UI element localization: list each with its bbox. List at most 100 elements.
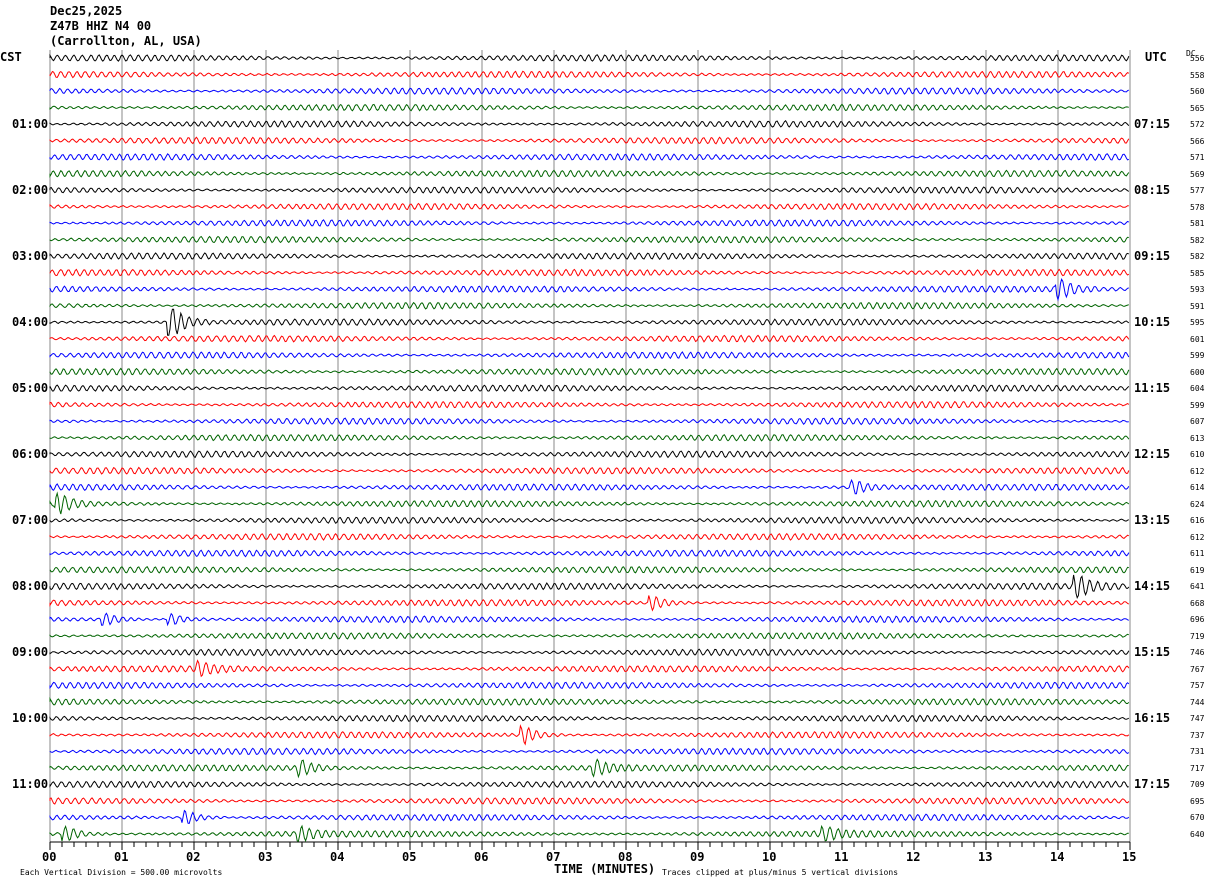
x-tick-label: 01 — [114, 850, 129, 864]
seismic-trace — [49, 681, 1130, 690]
seismic-trace — [49, 252, 1129, 261]
dc-offset-label: 610 — [1190, 450, 1205, 460]
seismic-trace — [49, 796, 1130, 806]
right-hour-label: 13:15 — [1134, 513, 1171, 528]
right-hour-label: 16:15 — [1134, 711, 1171, 726]
right-hour-label: 11:15 — [1134, 381, 1171, 396]
left-hour-label: 09:00 — [12, 645, 49, 660]
seismic-trace — [49, 595, 1129, 612]
dc-offset-label: 599 — [1190, 351, 1205, 361]
right-hour-label: 15:15 — [1134, 645, 1171, 660]
left-hour-label: 10:00 — [12, 711, 49, 726]
dc-offset-label: 612 — [1190, 466, 1205, 476]
dc-offset-label: 569 — [1190, 169, 1205, 179]
x-tick-label: 14 — [1050, 850, 1065, 864]
dc-offset-label: 600 — [1190, 367, 1205, 377]
left-hour-label: 02:00 — [12, 183, 49, 198]
x-tick-label: 09 — [690, 850, 705, 864]
seismic-trace — [49, 747, 1130, 756]
dc-offset-label: 607 — [1190, 417, 1205, 427]
seismic-trace — [49, 152, 1130, 162]
seismic-trace — [49, 532, 1130, 541]
seismic-trace — [49, 103, 1129, 112]
dc-offset-label: 604 — [1190, 384, 1205, 394]
dc-offset-label: 737 — [1190, 730, 1205, 740]
seismic-trace — [49, 516, 1129, 525]
left-hour-label: 07:00 — [12, 513, 49, 528]
seismic-trace — [49, 351, 1130, 360]
dc-offset-label: 616 — [1190, 516, 1205, 526]
helicorder-plot — [49, 50, 1131, 850]
dc-offset-label: 612 — [1190, 532, 1205, 542]
dc-offset-label: 581 — [1190, 219, 1205, 229]
seismic-trace — [49, 780, 1129, 789]
left-hour-label: 01:00 — [12, 117, 49, 132]
seismic-trace — [49, 235, 1129, 244]
seismic-trace — [49, 70, 1130, 79]
dc-offset-label: 624 — [1190, 499, 1205, 509]
right-hour-label: 12:15 — [1134, 447, 1171, 462]
x-tick-label: 12 — [906, 850, 921, 864]
dc-offset-label: 593 — [1190, 285, 1205, 295]
seismic-trace — [49, 367, 1130, 376]
dc-offset-label: 565 — [1190, 103, 1205, 113]
dc-offset-label: 556 — [1190, 54, 1205, 63]
seismic-trace — [49, 809, 1130, 824]
seismic-trace — [49, 648, 1130, 657]
seismic-trace — [49, 450, 1130, 459]
dc-offset-label: 709 — [1190, 780, 1205, 790]
seismic-trace — [49, 301, 1129, 310]
dc-offset-label: 601 — [1190, 334, 1205, 344]
dc-offset-label: 696 — [1190, 615, 1205, 625]
seismic-trace — [49, 824, 1129, 843]
seismic-trace — [49, 659, 1130, 678]
x-tick-label: 15 — [1122, 850, 1137, 864]
clip-note: Traces clipped at plus/minus 5 vertical … — [662, 868, 899, 877]
seismic-trace — [49, 758, 1129, 779]
dc-offset-label: 695 — [1190, 796, 1205, 806]
seismic-trace — [49, 612, 1129, 627]
left-hour-label: 03:00 — [12, 249, 49, 264]
seismic-trace — [49, 491, 1130, 515]
dc-offset-label: 582 — [1190, 235, 1205, 245]
dc-offset-label: 613 — [1190, 433, 1205, 443]
dc-offset-label: 746 — [1190, 648, 1205, 658]
x-tick-label: 04 — [330, 850, 345, 864]
seismic-trace — [49, 308, 1130, 336]
dc-offset-label: 611 — [1190, 549, 1205, 559]
right-hour-label: 08:15 — [1134, 183, 1171, 198]
right-hour-label: 09:15 — [1134, 249, 1171, 264]
x-tick-label: 10 — [762, 850, 777, 864]
seismic-trace — [49, 574, 1130, 600]
right-hour-label: 10:15 — [1134, 315, 1171, 330]
left-hour-label: 06:00 — [12, 447, 49, 462]
left-hour-label: 05:00 — [12, 381, 49, 396]
dc-offset-label: 614 — [1190, 483, 1205, 493]
seismic-trace — [49, 714, 1130, 723]
scale-note: Each Vertical Division = 500.00 microvol… — [20, 868, 223, 877]
seismic-trace — [49, 268, 1130, 277]
dc-offset-label: 731 — [1190, 747, 1205, 757]
x-tick-label: 00 — [42, 850, 57, 864]
dc-offset-label: 670 — [1190, 813, 1205, 823]
dc-offset-label: 578 — [1190, 202, 1205, 212]
x-tick-label: 13 — [978, 850, 993, 864]
seismic-trace — [49, 169, 1130, 179]
right-hour-label: 07:15 — [1134, 117, 1171, 132]
dc-offset-label: 572 — [1190, 120, 1205, 130]
seismic-trace — [49, 87, 1130, 96]
left-hour-label: 04:00 — [12, 315, 49, 330]
x-tick-label: 05 — [402, 850, 417, 864]
dc-offset-label: 585 — [1190, 268, 1205, 278]
seismic-trace — [49, 632, 1129, 640]
x-tick-label: 06 — [474, 850, 489, 864]
seismic-trace — [49, 466, 1130, 475]
seismic-trace — [49, 478, 1130, 495]
dc-offset-label: 560 — [1190, 87, 1205, 97]
seismic-trace — [49, 202, 1129, 211]
dc-offset-label: 566 — [1190, 136, 1205, 146]
dc-offset-label: 757 — [1190, 681, 1205, 691]
dc-offset-label: 595 — [1190, 318, 1205, 328]
x-axis-title: TIME (MINUTES) — [554, 862, 656, 876]
dc-offset-label: 577 — [1190, 186, 1205, 196]
